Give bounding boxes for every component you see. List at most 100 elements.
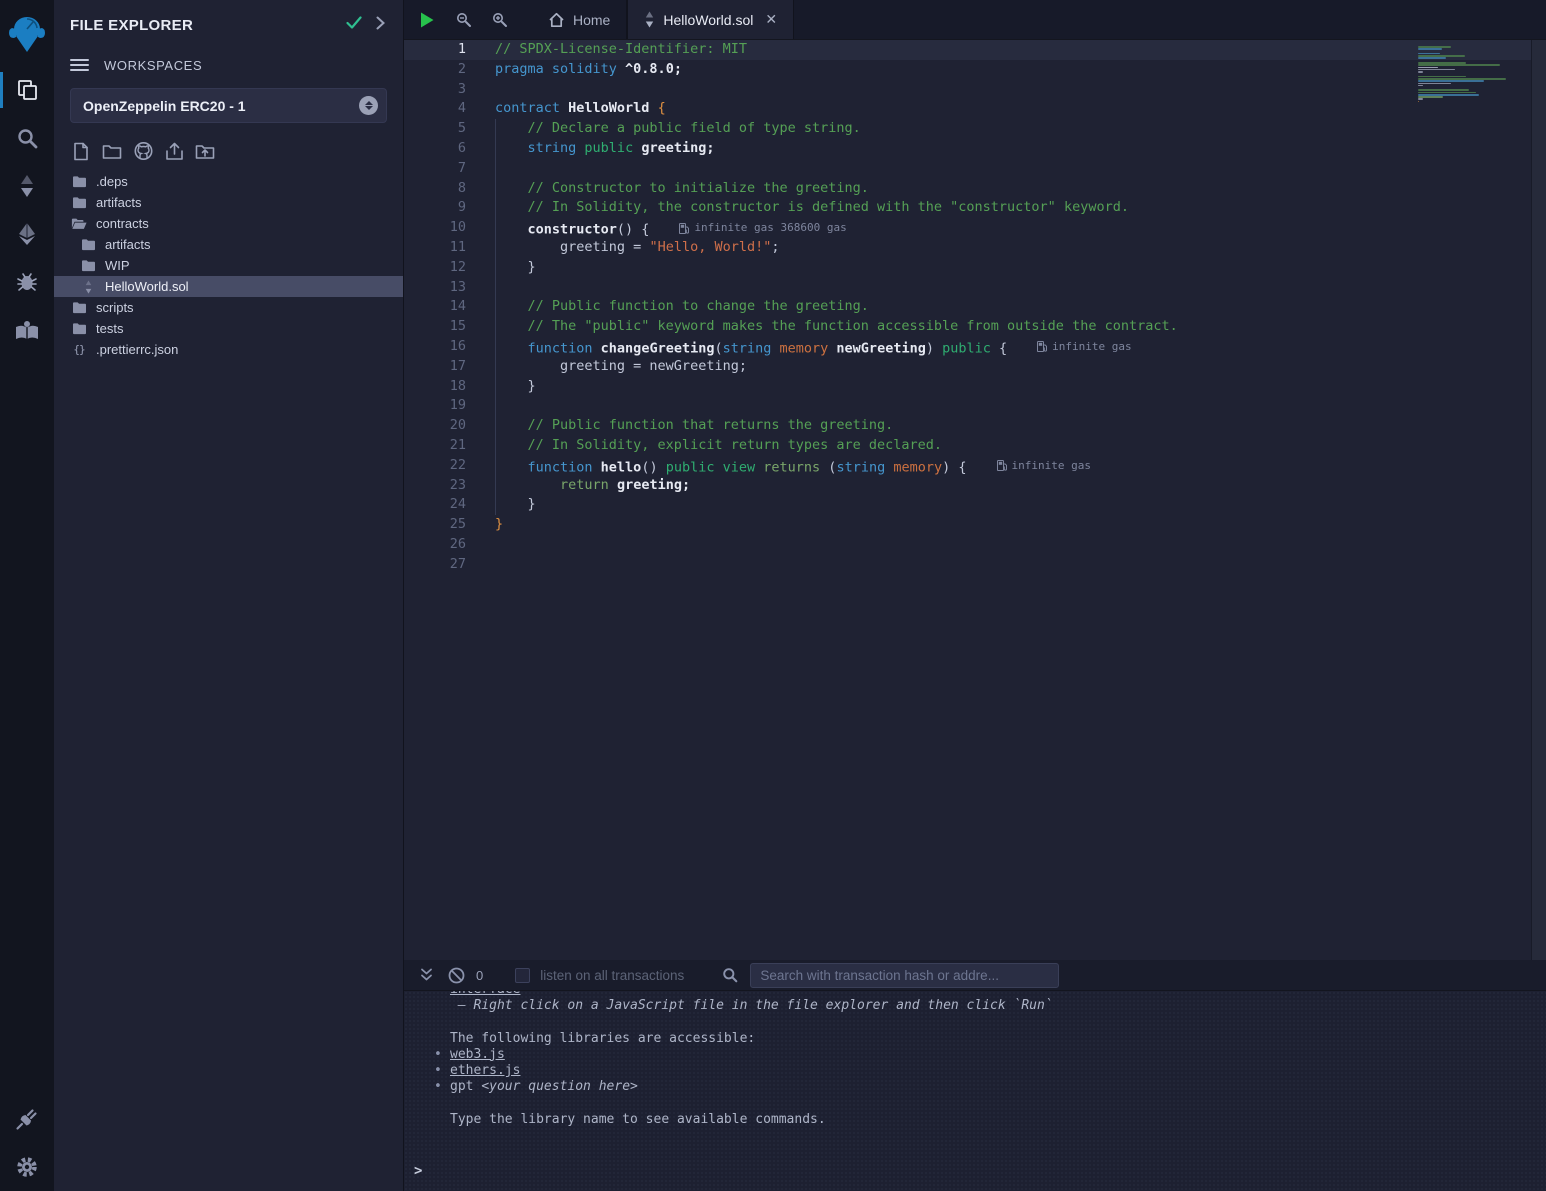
indent-guide: [495, 159, 496, 179]
zoom-in-icon[interactable]: [490, 11, 508, 29]
terminal-line: •gpt <your question here>: [450, 1079, 1536, 1095]
plugin-manager-icon[interactable]: [0, 1095, 54, 1143]
tree-item-scripts[interactable]: scripts: [54, 297, 403, 318]
tab-helloworld[interactable]: HelloWorld.sol ✕: [627, 0, 794, 39]
code-line-22[interactable]: 22 function hello() public view returns …: [404, 456, 1531, 476]
workspace-select[interactable]: OpenZeppelin ERC20 - 1: [70, 88, 387, 123]
code-line-16[interactable]: 16 function changeGreeting(string memory…: [404, 337, 1531, 357]
workspaces-menu-icon[interactable]: [70, 59, 89, 71]
code-line-14[interactable]: 14 // Public function to change the gree…: [404, 297, 1531, 317]
tree-item-label: artifacts: [96, 195, 142, 210]
line-number: 20: [404, 416, 466, 436]
line-number: 27: [404, 555, 466, 575]
new-file-icon[interactable]: [70, 140, 92, 162]
tree-item--deps[interactable]: .deps: [54, 171, 403, 192]
code-line-24[interactable]: 24 }: [404, 495, 1531, 515]
code-line-11[interactable]: 11 greeting = "Hello, World!";: [404, 238, 1531, 258]
terminal-search-input[interactable]: [750, 963, 1059, 988]
code-line-18[interactable]: 18 }: [404, 377, 1531, 397]
run-script-icon[interactable]: [418, 11, 436, 29]
new-folder-icon[interactable]: [101, 140, 123, 162]
tree-item-artifacts[interactable]: artifacts: [54, 234, 403, 255]
tab-close-icon[interactable]: ✕: [765, 11, 777, 28]
code-line-3[interactable]: 3: [404, 80, 1531, 100]
debugger-icon[interactable]: [0, 258, 54, 306]
upload-file-icon[interactable]: [163, 140, 185, 162]
settings-gear-icon[interactable]: [0, 1143, 54, 1191]
deploy-and-run-icon[interactable]: [0, 210, 54, 258]
code-line-23[interactable]: 23 return greeting;: [404, 476, 1531, 496]
folder-icon: [71, 301, 87, 314]
terminal-library-link[interactable]: ethers.js: [450, 1063, 520, 1078]
code-line-27[interactable]: 27: [404, 555, 1531, 575]
tree-item-tests[interactable]: tests: [54, 318, 403, 339]
clone-github-icon[interactable]: [132, 140, 154, 162]
upload-folder-icon[interactable]: [194, 140, 216, 162]
line-number: 8: [404, 179, 466, 199]
terminal-toolbar: 0 listen on all transactions: [404, 960, 1546, 991]
gas-estimate-badge: infinite gas: [997, 456, 1091, 476]
code-line-20[interactable]: 20 // Public function that returns the g…: [404, 416, 1531, 436]
line-number: 24: [404, 495, 466, 515]
code-editor[interactable]: 1// SPDX-License-Identifier: MIT2pragma …: [404, 40, 1546, 960]
line-content: // In Solidity, the constructor is defin…: [466, 198, 1129, 218]
search-icon[interactable]: [0, 114, 54, 162]
line-number: 2: [404, 60, 466, 80]
solidity-compiler-icon[interactable]: [0, 162, 54, 210]
line-number: 3: [404, 80, 466, 100]
folder-icon: [71, 196, 87, 209]
editor-scrollbar[interactable]: [1531, 40, 1546, 960]
code-line-26[interactable]: 26: [404, 535, 1531, 555]
code-line-2[interactable]: 2pragma solidity ^0.8.0;: [404, 60, 1531, 80]
code-line-6[interactable]: 6 string public greeting;: [404, 139, 1531, 159]
terminal-output[interactable]: interface – Right click on a JavaScript …: [404, 991, 1546, 1191]
remix-logo-icon[interactable]: [0, 8, 54, 60]
folder-icon: [71, 322, 87, 335]
terminal-collapse-icon[interactable]: [416, 965, 436, 985]
code-area[interactable]: 1// SPDX-License-Identifier: MIT2pragma …: [404, 40, 1531, 960]
home-icon: [548, 12, 565, 28]
code-line-7[interactable]: 7: [404, 159, 1531, 179]
terminal-link[interactable]: interface: [450, 991, 520, 997]
code-line-8[interactable]: 8 // Constructor to initialize the greet…: [404, 179, 1531, 199]
tree-item-label: scripts: [96, 300, 134, 315]
zoom-out-icon[interactable]: [454, 11, 472, 29]
terminal-prompt[interactable]: >: [414, 1163, 422, 1179]
code-line-5[interactable]: 5 // Declare a public field of type stri…: [404, 119, 1531, 139]
clear-console-icon[interactable]: [446, 965, 466, 985]
line-content: // In Solidity, explicit return types ar…: [466, 436, 942, 456]
listen-transactions-checkbox[interactable]: [515, 968, 530, 983]
code-line-21[interactable]: 21 // In Solidity, explicit return types…: [404, 436, 1531, 456]
tree-item-helloworld-sol[interactable]: HelloWorld.sol: [54, 276, 403, 297]
learn-eth-icon[interactable]: [0, 306, 54, 354]
line-content: string public greeting;: [466, 139, 714, 159]
tab-home[interactable]: Home: [532, 0, 627, 39]
tree-item-artifacts[interactable]: artifacts: [54, 192, 403, 213]
file-explorer-icon[interactable]: [0, 66, 54, 114]
code-line-1[interactable]: 1// SPDX-License-Identifier: MIT: [404, 40, 1531, 60]
terminal-library-link[interactable]: web3.js: [450, 1047, 505, 1062]
code-line-19[interactable]: 19: [404, 396, 1531, 416]
code-line-9[interactable]: 9 // In Solidity, the constructor is def…: [404, 198, 1531, 218]
code-line-15[interactable]: 15 // The "public" keyword makes the fun…: [404, 317, 1531, 337]
minimap[interactable]: [1418, 40, 1512, 108]
code-line-25[interactable]: 25}: [404, 515, 1531, 535]
workspace-check-icon[interactable]: [346, 16, 362, 34]
tree-item--prettierrc-json[interactable]: {}.prettierrc.json: [54, 339, 403, 360]
line-content: [466, 278, 495, 298]
code-line-4[interactable]: 4contract HelloWorld {: [404, 99, 1531, 119]
panel-chevron-right-icon[interactable]: [376, 16, 385, 35]
tree-item-wip[interactable]: WIP: [54, 255, 403, 276]
line-number: 26: [404, 535, 466, 555]
code-line-13[interactable]: 13: [404, 278, 1531, 298]
code-line-12[interactable]: 12 }: [404, 258, 1531, 278]
code-line-10[interactable]: 10 constructor() {infinite gas 368600 ga…: [404, 218, 1531, 238]
listen-transactions-label: listen on all transactions: [540, 968, 684, 983]
line-content: contract HelloWorld {: [466, 99, 666, 119]
line-number: 22: [404, 456, 466, 476]
line-content: // The "public" keyword makes the functi…: [466, 317, 1178, 337]
line-number: 12: [404, 258, 466, 278]
tree-item-contracts[interactable]: contracts: [54, 213, 403, 234]
indent-guide: [495, 396, 496, 416]
code-line-17[interactable]: 17 greeting = newGreeting;: [404, 357, 1531, 377]
